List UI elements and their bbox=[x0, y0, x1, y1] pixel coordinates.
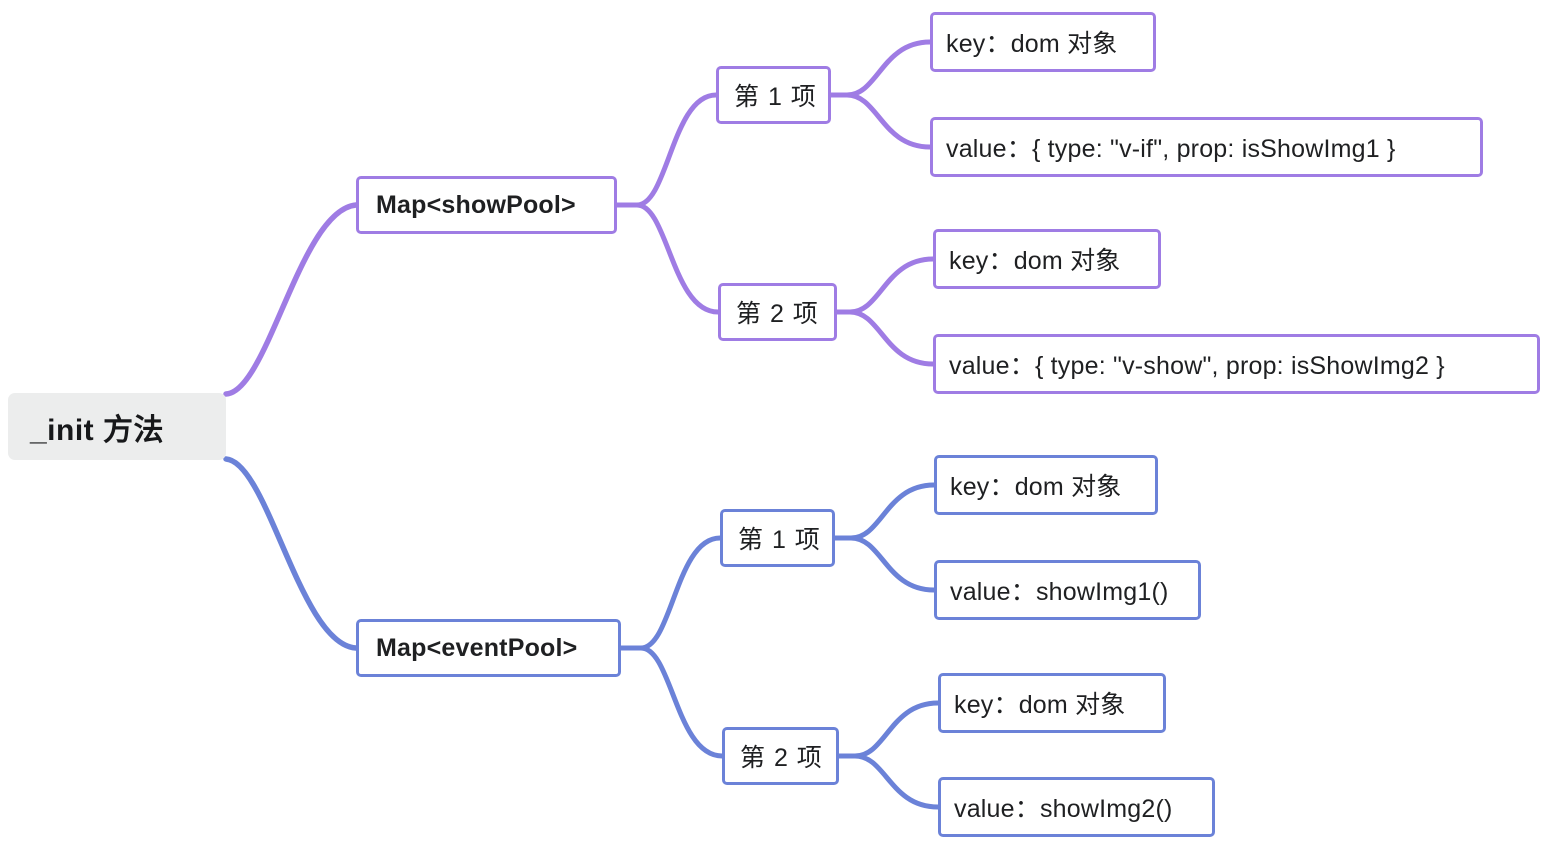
edge-item1-to-key1 bbox=[828, 39, 933, 98]
leaf-node-showpool-1-value[interactable]: value：{ type: "v-if", prop: isShowImg1 } bbox=[930, 117, 1483, 177]
leaf-node-eventpool-2-key[interactable]: key：dom 对象 bbox=[938, 673, 1166, 733]
leaf-node-eventpool-1-key[interactable]: key：dom 对象 bbox=[934, 455, 1158, 515]
branch-node-showpool[interactable]: Map<showPool> bbox=[356, 176, 617, 234]
root-node-label: _init 方法 bbox=[30, 413, 165, 447]
edge-item1-to-value1 bbox=[828, 92, 933, 150]
edge-eventpool-to-item2 bbox=[618, 645, 725, 759]
leaf-node-showpool-2-value[interactable]: value：{ type: "v-show", prop: isShowImg2… bbox=[933, 334, 1540, 394]
item-node-showpool-1[interactable]: 第 1 项 bbox=[716, 66, 831, 124]
edge-root-to-eventpool bbox=[223, 456, 359, 651]
item-node-eventpool-1[interactable]: 第 1 项 bbox=[720, 509, 835, 567]
leaf-node-eventpool-2-value[interactable]: value：showImg2() bbox=[938, 777, 1215, 837]
item-node-showpool-1-label: 第 1 项 bbox=[734, 83, 817, 111]
item-node-showpool-2-label: 第 2 项 bbox=[736, 300, 819, 328]
leaf-node-eventpool-1-value[interactable]: value：showImg1() bbox=[934, 560, 1201, 620]
item-node-showpool-2[interactable]: 第 2 项 bbox=[718, 283, 837, 341]
leaf-node-showpool-1-key[interactable]: key：dom 对象 bbox=[930, 12, 1156, 72]
edge-root-to-showpool bbox=[223, 202, 359, 397]
leaf-node-showpool-1-key-label: key：dom 对象 bbox=[946, 30, 1118, 58]
leaf-node-eventpool-2-key-label: key：dom 对象 bbox=[954, 691, 1126, 719]
edge-item3-to-key3 bbox=[832, 482, 937, 541]
leaf-node-showpool-2-value-label: value：{ type: "v-show", prop: isShowImg2… bbox=[949, 352, 1445, 380]
root-node[interactable]: _init 方法 bbox=[8, 393, 226, 460]
leaf-node-showpool-2-key[interactable]: key：dom 对象 bbox=[933, 229, 1161, 289]
item-node-eventpool-1-label: 第 1 项 bbox=[738, 526, 821, 554]
leaf-node-eventpool-1-key-label: key：dom 对象 bbox=[950, 473, 1122, 501]
edge-item2-to-value2 bbox=[831, 309, 936, 367]
edge-item4-to-key4 bbox=[836, 700, 941, 759]
branch-node-eventpool[interactable]: Map<eventPool> bbox=[356, 619, 621, 677]
edge-eventpool-to-item1 bbox=[618, 535, 723, 651]
mindmap-canvas: _init 方法 Map<showPool> Map<eventPool> 第 … bbox=[0, 0, 1552, 848]
leaf-node-showpool-1-value-label: value：{ type: "v-if", prop: isShowImg1 } bbox=[946, 135, 1396, 163]
leaf-node-eventpool-1-value-label: value：showImg1() bbox=[950, 578, 1169, 606]
leaf-node-showpool-2-key-label: key：dom 对象 bbox=[949, 247, 1121, 275]
item-node-eventpool-2[interactable]: 第 2 项 bbox=[722, 727, 839, 785]
edge-showpool-to-item1 bbox=[614, 92, 719, 208]
leaf-node-eventpool-2-value-label: value：showImg2() bbox=[954, 795, 1173, 823]
item-node-eventpool-2-label: 第 2 项 bbox=[740, 744, 823, 772]
branch-node-eventpool-label: Map<eventPool> bbox=[376, 633, 578, 662]
edge-item3-to-value3 bbox=[832, 535, 937, 593]
edge-showpool-to-item2 bbox=[614, 202, 721, 315]
edge-item2-to-key2 bbox=[831, 256, 936, 315]
branch-node-showpool-label: Map<showPool> bbox=[376, 190, 576, 219]
edge-item4-to-value4 bbox=[836, 753, 941, 810]
